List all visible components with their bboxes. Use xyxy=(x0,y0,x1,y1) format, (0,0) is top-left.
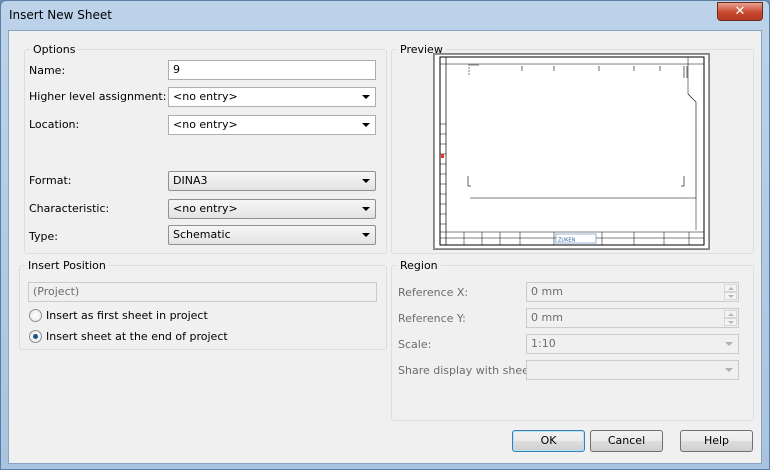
chevron-down-icon xyxy=(359,229,373,241)
share-display-select xyxy=(526,360,739,380)
type-value: Schematic xyxy=(173,228,231,241)
reference-x-stepper: 0 mm xyxy=(526,282,739,302)
reference-y-value: 0 mm xyxy=(531,311,563,324)
cancel-button[interactable]: Cancel xyxy=(590,430,663,452)
region-group-label: Region xyxy=(397,259,441,272)
sheet-preview: ZUKEN xyxy=(433,53,710,250)
name-label: Name: xyxy=(29,64,66,77)
insert-first-radio[interactable] xyxy=(29,309,42,322)
close-icon: ✕ xyxy=(734,4,746,19)
type-select[interactable]: Schematic xyxy=(168,225,376,245)
insert-end-label[interactable]: Insert sheet at the end of project xyxy=(46,330,228,343)
title-bar[interactable]: Insert New Sheet ✕ xyxy=(1,1,769,29)
chevron-down-icon xyxy=(359,91,373,103)
insert-first-label[interactable]: Insert as first sheet in project xyxy=(46,309,208,322)
characteristic-label: Characteristic: xyxy=(29,202,110,215)
location-value: <no entry> xyxy=(173,118,238,131)
higher-level-label: Higher level assignment: xyxy=(29,90,167,103)
scale-value: 1:10 xyxy=(531,337,556,350)
chevron-down-icon xyxy=(359,203,373,215)
spin-down-icon xyxy=(724,318,737,326)
reference-x-label: Reference X: xyxy=(398,286,469,299)
location-label: Location: xyxy=(29,118,80,131)
spin-up-icon xyxy=(724,284,737,292)
ok-button[interactable]: OK xyxy=(512,430,585,452)
help-button[interactable]: Help xyxy=(680,430,753,452)
spin-down-icon xyxy=(724,292,737,300)
reference-y-stepper: 0 mm xyxy=(526,308,739,328)
chevron-down-icon xyxy=(722,364,736,376)
insert-end-radio[interactable] xyxy=(29,330,42,343)
insert-position-group-label: Insert Position xyxy=(25,259,109,272)
reference-x-value: 0 mm xyxy=(531,285,563,298)
higher-level-value: <no entry> xyxy=(173,90,238,103)
format-label: Format: xyxy=(29,174,72,187)
share-display-label: Share display with sheet: xyxy=(398,364,537,377)
higher-level-select[interactable]: <no entry> xyxy=(168,87,376,107)
reference-y-label: Reference Y: xyxy=(398,312,466,325)
location-select[interactable]: <no entry> xyxy=(168,115,376,135)
chevron-down-icon xyxy=(359,175,373,187)
format-value: DINA3 xyxy=(173,174,208,187)
spin-up-icon xyxy=(724,310,737,318)
characteristic-select[interactable]: <no entry> xyxy=(168,199,376,219)
close-button[interactable]: ✕ xyxy=(717,2,763,21)
type-label: Type: xyxy=(29,230,58,243)
name-input[interactable]: 9 xyxy=(168,60,376,80)
characteristic-value: <no entry> xyxy=(173,202,238,215)
zuken-logo: ZUKEN xyxy=(558,238,576,244)
project-field: (Project) xyxy=(28,282,377,302)
sheet-preview-drawing: ZUKEN xyxy=(434,54,709,249)
window-title: Insert New Sheet xyxy=(9,8,112,22)
options-group-label: Options xyxy=(30,43,79,56)
scale-label: Scale: xyxy=(398,338,432,351)
format-select[interactable]: DINA3 xyxy=(168,171,376,191)
dialog-window: Insert New Sheet ✕ Options Name: 9 Highe… xyxy=(0,0,770,470)
chevron-down-icon xyxy=(722,338,736,350)
scale-select: 1:10 xyxy=(526,334,739,354)
chevron-down-icon xyxy=(359,119,373,131)
